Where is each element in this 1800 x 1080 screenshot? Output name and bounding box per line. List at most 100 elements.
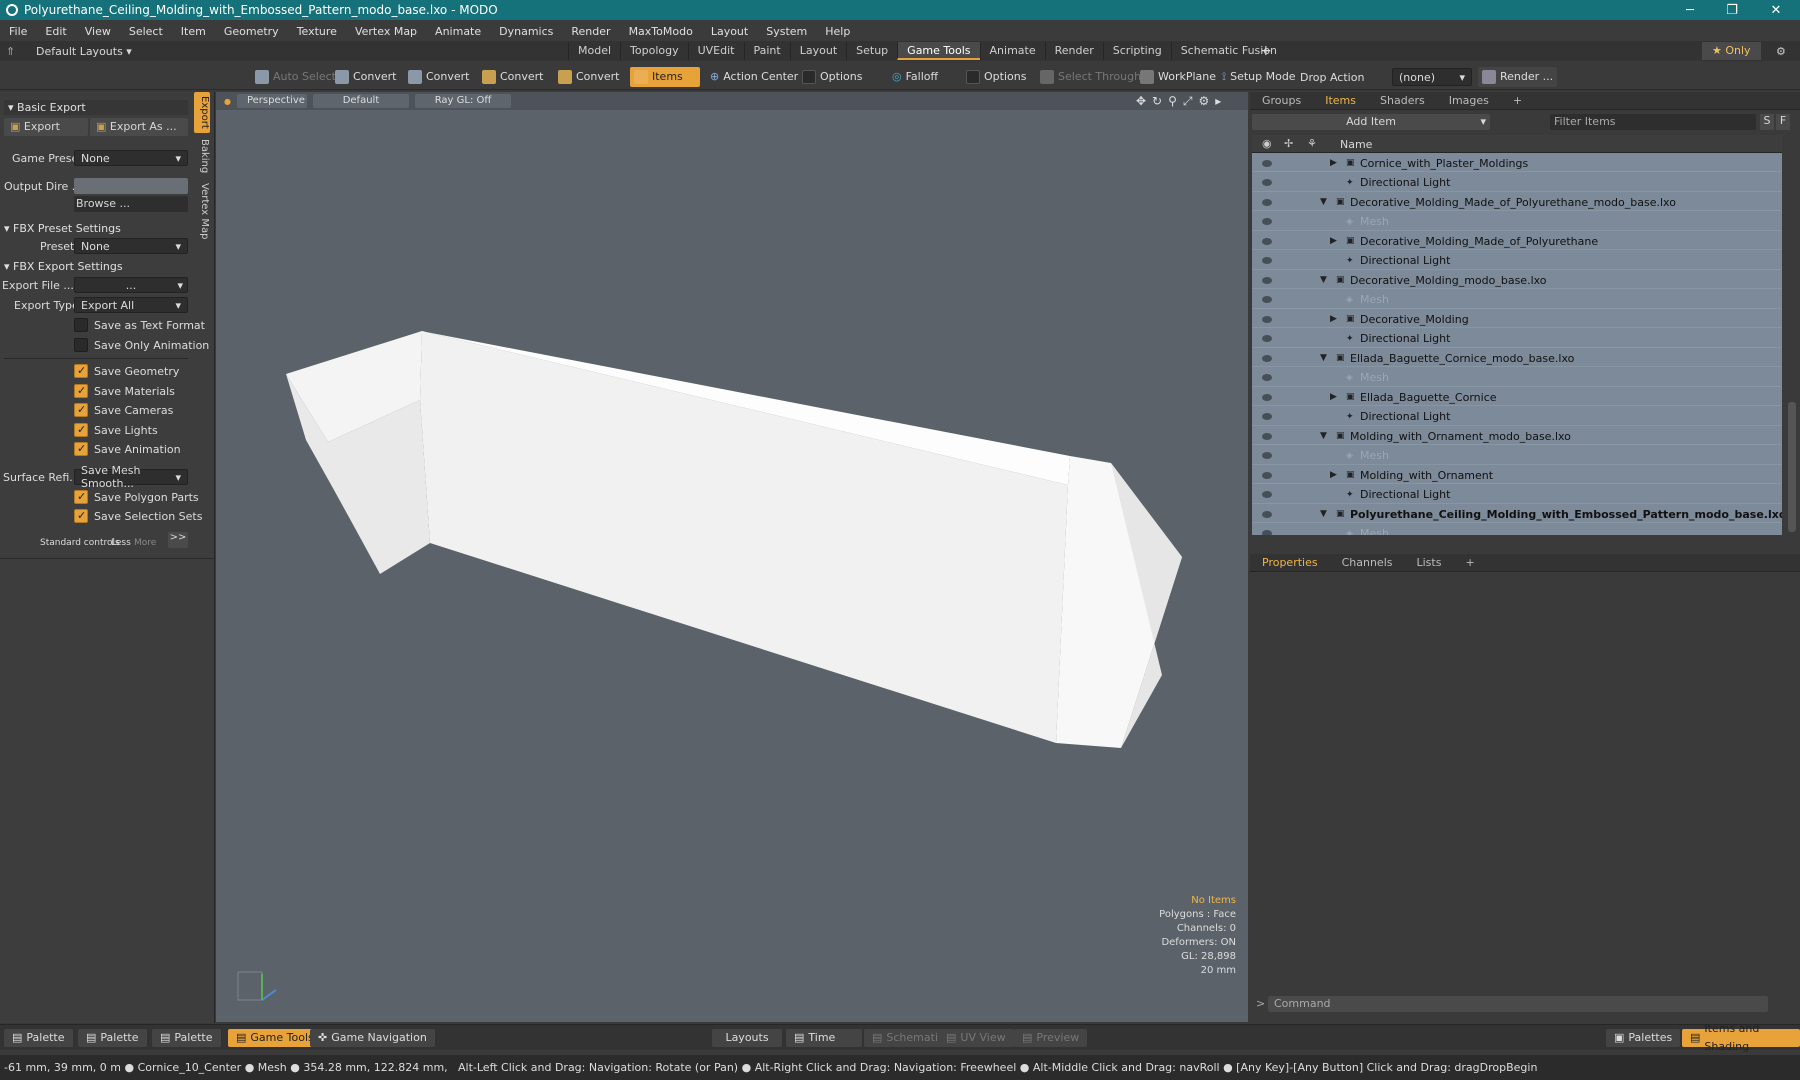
3d-viewport[interactable]: ● Perspective Default Ray GL: Off ✥↻⚲⤢⚙▸… bbox=[216, 92, 1248, 1022]
game-tools-button[interactable]: ▤ Game Tools bbox=[228, 1029, 322, 1047]
tab-add[interactable]: + bbox=[1501, 94, 1534, 107]
visibility-eye-icon[interactable] bbox=[1262, 491, 1272, 498]
tree-row[interactable]: ✦ Directional Light bbox=[1252, 331, 1782, 348]
convert-button-4[interactable]: Convert bbox=[554, 67, 624, 87]
expand-toggle-icon[interactable]: ▼ bbox=[1320, 353, 1327, 363]
expand-toggle-icon[interactable]: ▼ bbox=[1320, 509, 1327, 519]
visibility-eye-icon[interactable] bbox=[1262, 393, 1272, 401]
tree-row[interactable]: ▶ ▣ Decorative_Molding bbox=[1252, 311, 1782, 328]
layouts-button[interactable]: Layouts bbox=[712, 1029, 782, 1047]
tree-row[interactable]: ✦ Directional Light bbox=[1252, 487, 1782, 504]
tree-row[interactable]: ▼ ▣ Decorative_Molding_Made_of_Polyurethan… bbox=[1252, 194, 1782, 211]
expand-toggle-icon[interactable]: ▶ bbox=[1330, 314, 1337, 324]
tab-layout[interactable]: Layout bbox=[789, 42, 846, 60]
tree-row[interactable]: ▶ ▣ Molding_with_Ornament bbox=[1252, 467, 1782, 484]
tab-game-tools[interactable]: Game Tools bbox=[897, 42, 980, 60]
menu-view[interactable]: View bbox=[76, 25, 120, 38]
tree-row[interactable]: ▶ ▣ Cornice_with_Plaster_Moldings bbox=[1252, 155, 1782, 172]
convert-button-3[interactable]: Convert bbox=[478, 67, 548, 87]
preset-select[interactable]: None ▾ bbox=[74, 238, 188, 254]
visibility-eye-icon[interactable] bbox=[1262, 530, 1272, 535]
add-item-button[interactable]: Add Item ▾ bbox=[1252, 114, 1490, 130]
options-button-1[interactable]: Options bbox=[798, 67, 866, 87]
menu-select[interactable]: Select bbox=[120, 25, 172, 38]
save-only-animation-checkbox[interactable] bbox=[74, 338, 88, 352]
save-selection-sets-checkbox[interactable] bbox=[74, 509, 88, 523]
tree-row[interactable]: ◈ Mesh bbox=[1252, 526, 1782, 535]
basic-export-header[interactable]: ▾ Basic Export bbox=[4, 100, 188, 115]
visibility-eye-icon[interactable] bbox=[1262, 296, 1272, 303]
visibility-eye-icon[interactable] bbox=[1262, 159, 1272, 167]
setup-mode-button[interactable]: ⟟ Setup Mode bbox=[1218, 67, 1300, 87]
save-polygon-parts-checkbox[interactable] bbox=[74, 490, 88, 504]
tree-row[interactable]: ◈ Mesh bbox=[1252, 292, 1782, 309]
restore-icon[interactable]: ❐ bbox=[1712, 0, 1752, 20]
perspective-button[interactable]: Perspective bbox=[236, 94, 307, 108]
game-navigation-button[interactable]: ✜ Game Navigation bbox=[310, 1029, 435, 1047]
add-layout-tab-icon[interactable]: + bbox=[1260, 43, 1272, 59]
f-button[interactable]: F bbox=[1776, 114, 1790, 130]
vtab-export[interactable]: Export bbox=[194, 92, 210, 133]
options-button-2[interactable]: Options bbox=[962, 67, 1030, 87]
convert-button-1[interactable]: Convert bbox=[331, 67, 401, 87]
visibility-eye-icon[interactable] bbox=[1262, 471, 1272, 479]
visibility-eye-icon[interactable] bbox=[1262, 218, 1272, 225]
expand-toggle-icon[interactable]: ▼ bbox=[1320, 197, 1327, 207]
menu-item[interactable]: Item bbox=[172, 25, 215, 38]
items-mode-button[interactable]: Items bbox=[630, 67, 700, 87]
time-button[interactable]: ▤ Time bbox=[786, 1029, 862, 1047]
save-animation-checkbox[interactable] bbox=[74, 442, 88, 456]
tree-row[interactable]: ▼ ▣ Molding_with_Ornament_modo_base.lxo bbox=[1252, 428, 1782, 445]
expand-toggle-icon[interactable]: ▶ bbox=[1330, 236, 1337, 246]
palette-button-3[interactable]: ▤ Palette bbox=[152, 1029, 221, 1047]
lock-column-icon[interactable]: ✢ bbox=[1284, 137, 1293, 150]
minimize-icon[interactable]: ─ bbox=[1670, 0, 1710, 20]
palette-button-2[interactable]: ▤ Palette bbox=[78, 1029, 147, 1047]
export-type-select[interactable]: Export All ▾ bbox=[74, 297, 188, 313]
visibility-eye-icon[interactable] bbox=[1262, 198, 1272, 206]
tab-scripting[interactable]: Scripting bbox=[1102, 42, 1171, 60]
menu-maxtomodo[interactable]: MaxToModo bbox=[620, 25, 702, 38]
expand-toggle-icon[interactable]: ▼ bbox=[1320, 275, 1327, 285]
expand-toggle-icon[interactable]: ▶ bbox=[1330, 470, 1337, 480]
name-column-header[interactable]: Name bbox=[1340, 138, 1372, 151]
filter-items-input[interactable]: Filter Items bbox=[1550, 114, 1756, 130]
menu-dynamics[interactable]: Dynamics bbox=[490, 25, 562, 38]
visibility-eye-icon[interactable] bbox=[1262, 237, 1272, 245]
tree-row[interactable]: ◈ Mesh bbox=[1252, 448, 1782, 465]
command-input[interactable]: Command bbox=[1268, 996, 1768, 1012]
menu-render[interactable]: Render bbox=[562, 25, 619, 38]
fbx-preset-settings-header[interactable]: ▾ FBX Preset Settings bbox=[4, 222, 188, 235]
visibility-eye-icon[interactable] bbox=[1262, 257, 1272, 264]
s-button[interactable]: S bbox=[1760, 114, 1774, 130]
vtab-vertex-map[interactable]: Vertex Map bbox=[194, 179, 210, 243]
type-column-icon[interactable]: ⚘ bbox=[1307, 137, 1317, 150]
surface-refinement-select[interactable]: Save Mesh Smooth... ▾ bbox=[74, 464, 188, 490]
visibility-eye-icon[interactable] bbox=[1262, 179, 1272, 186]
visibility-eye-icon[interactable] bbox=[1262, 432, 1272, 440]
visibility-eye-icon[interactable] bbox=[1262, 374, 1272, 381]
render-button[interactable]: Render ... bbox=[1478, 67, 1558, 87]
visibility-eye-icon[interactable] bbox=[1262, 315, 1272, 323]
tree-row[interactable]: ▼ ▣ Ellada_Baguette_Cornice_modo_base.lxo bbox=[1252, 350, 1782, 367]
tab-groups[interactable]: Groups bbox=[1250, 94, 1313, 107]
tab-shaders[interactable]: Shaders bbox=[1368, 94, 1437, 107]
export-button[interactable]: ▣ Export bbox=[4, 118, 88, 136]
tree-row[interactable]: ▼ ▣ Decorative_Molding_modo_base.lxo bbox=[1252, 272, 1782, 289]
save-text-format-checkbox[interactable] bbox=[74, 318, 88, 332]
visibility-eye-icon[interactable] bbox=[1262, 354, 1272, 362]
save-geometry-checkbox[interactable] bbox=[74, 364, 88, 378]
menu-layout[interactable]: Layout bbox=[702, 25, 757, 38]
tree-row[interactable]: ▶ ▣ Ellada_Baguette_Cornice bbox=[1252, 389, 1782, 406]
tab-images[interactable]: Images bbox=[1437, 94, 1501, 107]
export-as-button[interactable]: ▣ Export As ... bbox=[90, 118, 188, 136]
more-link[interactable]: More bbox=[134, 538, 156, 548]
layout-collapse-icon[interactable]: ⇑ bbox=[6, 45, 20, 58]
workplane-button[interactable]: WorkPlane bbox=[1136, 67, 1220, 87]
menu-animate[interactable]: Animate bbox=[426, 25, 490, 38]
menu-file[interactable]: File bbox=[0, 25, 36, 38]
tree-row[interactable]: ◈ Mesh bbox=[1252, 214, 1782, 231]
tree-row[interactable]: ✦ Directional Light bbox=[1252, 253, 1782, 270]
items-and-shading-button[interactable]: ▤ Items and Shading bbox=[1682, 1022, 1800, 1053]
default-layouts-dropdown[interactable]: Default Layouts ▾ bbox=[36, 45, 132, 58]
